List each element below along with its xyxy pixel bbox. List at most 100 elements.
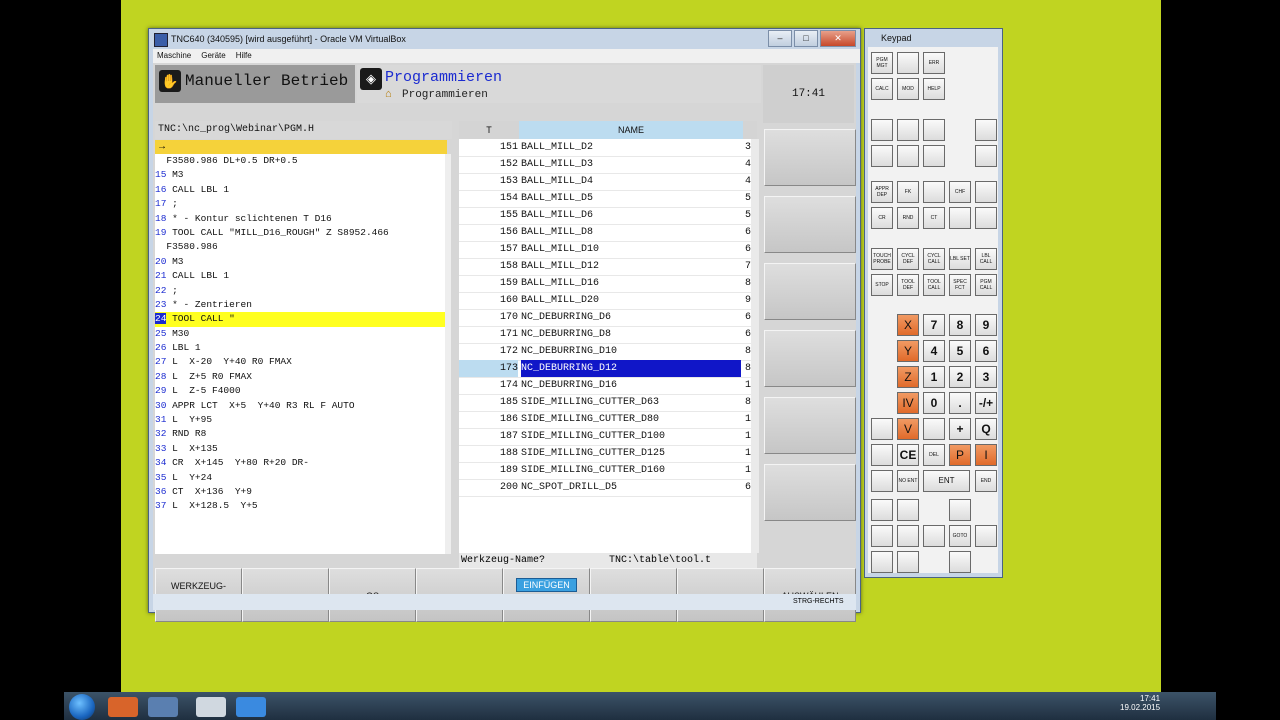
tool-row[interactable]: 188 SIDE_MILLING_CUTTER_D125 1 xyxy=(459,445,751,463)
program-line[interactable]: 21 CALL LBL 1 xyxy=(155,269,445,283)
key-mod[interactable]: MOD xyxy=(897,78,919,100)
key-touch-probe[interactable]: TOUCH PROBE xyxy=(871,248,893,270)
menu-hilfe[interactable]: Hilfe xyxy=(236,49,252,63)
key-n2[interactable]: 2 xyxy=(949,366,971,388)
key-end[interactable]: END xyxy=(975,470,997,492)
program-line[interactable]: 22 ; xyxy=(155,284,445,298)
program-line[interactable]: 17 ; xyxy=(155,197,445,211)
key-no-ent[interactable]: NO ENT xyxy=(897,470,919,492)
menu-geraete[interactable]: Geräte xyxy=(201,49,225,63)
key-n0[interactable]: 0 xyxy=(923,392,945,414)
program-line[interactable]: 37 L X+128.5 Y+5 xyxy=(155,499,445,513)
program-scrollbar[interactable] xyxy=(445,154,451,554)
key-icon-66[interactable] xyxy=(949,551,971,573)
program-line[interactable]: 29 L Z-5 F4000 xyxy=(155,384,445,398)
key-icon-71[interactable] xyxy=(871,145,893,167)
key-pgm-call[interactable]: PGM CALL xyxy=(975,274,997,296)
program-line[interactable]: 32 RND R8 xyxy=(155,427,445,441)
tool-row[interactable]: 158 BALL_MILL_D12 7 xyxy=(459,258,751,276)
key-goto[interactable]: GOTO xyxy=(949,525,971,547)
program-line[interactable]: 33 L X+135 xyxy=(155,442,445,456)
minimize-button[interactable]: – xyxy=(768,30,792,47)
key-n6[interactable]: 6 xyxy=(975,340,997,362)
tool-row[interactable]: 174 NC_DEBURRING_D16 1 xyxy=(459,377,751,395)
key-icon-42[interactable] xyxy=(871,418,893,440)
key-icon-65[interactable] xyxy=(897,551,919,573)
key-icon-67[interactable] xyxy=(871,119,893,141)
key-tool-call[interactable]: TOOL CALL xyxy=(923,274,945,296)
key-n8[interactable]: 8 xyxy=(949,314,971,336)
tool-row[interactable]: 157 BALL_MILL_D10 6 xyxy=(459,241,751,259)
key-sign[interactable]: -/+ xyxy=(975,392,997,414)
key-del[interactable]: DEL xyxy=(923,444,945,466)
tool-row[interactable]: 160 BALL_MILL_D20 9 xyxy=(459,292,751,310)
key-appr-dep[interactable]: APPR DEP xyxy=(871,181,893,203)
vertical-softkey-2[interactable] xyxy=(764,196,856,253)
taskbar-virtualbox-icon[interactable] xyxy=(148,697,178,717)
key-icon-72[interactable] xyxy=(897,145,919,167)
tool-row[interactable]: 189 SIDE_MILLING_CUTTER_D160 1 xyxy=(459,462,751,480)
vertical-softkey-5[interactable] xyxy=(764,397,856,454)
key-icon-58[interactable] xyxy=(949,499,971,521)
close-button[interactable]: ✕ xyxy=(820,30,856,47)
key-p[interactable]: P xyxy=(949,444,971,466)
column-header-t[interactable]: T xyxy=(459,121,519,139)
tool-row[interactable]: 155 BALL_MILL_D6 5 xyxy=(459,207,751,225)
key-n7[interactable]: 7 xyxy=(923,314,945,336)
key-chf[interactable]: CHF xyxy=(949,181,971,203)
key-icon-63[interactable] xyxy=(975,525,997,547)
tool-row[interactable]: 172 NC_DEBURRING_D10 8 xyxy=(459,343,751,361)
key-icon-69[interactable] xyxy=(923,119,945,141)
key-help[interactable]: HELP xyxy=(923,78,945,100)
tool-row[interactable]: 200 NC_SPOT_DRILL_D5 6 xyxy=(459,479,751,497)
key-icon-64[interactable] xyxy=(871,551,893,573)
program-line[interactable]: 28 L Z+5 R0 FMAX xyxy=(155,370,445,384)
program-line[interactable]: 23 * - Zentrieren xyxy=(155,298,445,312)
key-n4[interactable]: 4 xyxy=(923,340,945,362)
program-line[interactable]: 24 TOOL CALL " xyxy=(155,312,445,327)
key-icon-74[interactable] xyxy=(975,145,997,167)
vertical-softkey-3[interactable] xyxy=(764,263,856,320)
key-ct[interactable]: CT xyxy=(923,207,945,229)
key-icon-15[interactable] xyxy=(975,207,997,229)
tool-row[interactable]: 187 SIDE_MILLING_CUTTER_D100 1 xyxy=(459,428,751,446)
program-line[interactable]: 15 M3 xyxy=(155,168,445,182)
key-icon-8[interactable] xyxy=(923,181,945,203)
taskbar-app-1-icon[interactable] xyxy=(108,697,138,717)
key-y[interactable]: Y xyxy=(897,340,919,362)
mode-manual-operation[interactable]: ✋ Manueller Betrieb xyxy=(155,65,355,103)
key-plus[interactable]: + xyxy=(949,418,971,440)
program-line[interactable]: 35 L Y+24 xyxy=(155,471,445,485)
vertical-softkey-6[interactable] xyxy=(764,464,856,521)
key-x[interactable]: X xyxy=(897,314,919,336)
taskbar-app-3-icon[interactable] xyxy=(196,697,226,717)
tool-row[interactable]: 153 BALL_MILL_D4 4 xyxy=(459,173,751,191)
program-line[interactable]: 36 CT X+136 Y+9 xyxy=(155,485,445,499)
key-n5[interactable]: 5 xyxy=(949,340,971,362)
program-line[interactable]: F3580.986 DL+0.5 DR+0.5 xyxy=(155,154,445,168)
key-z[interactable]: Z xyxy=(897,366,919,388)
tool-row[interactable]: 159 BALL_MILL_D16 8 xyxy=(459,275,751,293)
program-line[interactable]: 20 M3 xyxy=(155,255,445,269)
key-icon-60[interactable] xyxy=(897,525,919,547)
tool-row[interactable]: 186 SIDE_MILLING_CUTTER_D80 1 xyxy=(459,411,751,429)
start-button[interactable] xyxy=(69,694,95,720)
key-cycl-call[interactable]: CYCL CALL xyxy=(923,248,945,270)
key-icon-10[interactable] xyxy=(975,181,997,203)
key-rnd[interactable]: RND xyxy=(897,207,919,229)
key-icon-44[interactable] xyxy=(923,418,945,440)
key-n3[interactable]: 3 xyxy=(975,366,997,388)
system-tray-clock[interactable]: 17:41 19.02.2015 xyxy=(1120,694,1160,712)
key-icon-56[interactable] xyxy=(871,499,893,521)
key-q[interactable]: Q xyxy=(975,418,997,440)
key-dot[interactable]: . xyxy=(949,392,971,414)
program-line[interactable]: 25 M30 xyxy=(155,327,445,341)
key-err[interactable]: ERR xyxy=(923,52,945,74)
tool-row[interactable]: 151 BALL_MILL_D2 3 xyxy=(459,139,751,157)
key-icon-57[interactable] xyxy=(897,499,919,521)
program-line[interactable]: 27 L X-20 Y+40 R0 FMAX xyxy=(155,355,445,369)
tool-table-scrollbar[interactable] xyxy=(751,139,759,553)
key-icon-70[interactable] xyxy=(975,119,997,141)
program-line[interactable]: F3580.986 xyxy=(155,240,445,254)
program-line[interactable]: 18 * - Kontur sclichtenen T D16 xyxy=(155,212,445,226)
